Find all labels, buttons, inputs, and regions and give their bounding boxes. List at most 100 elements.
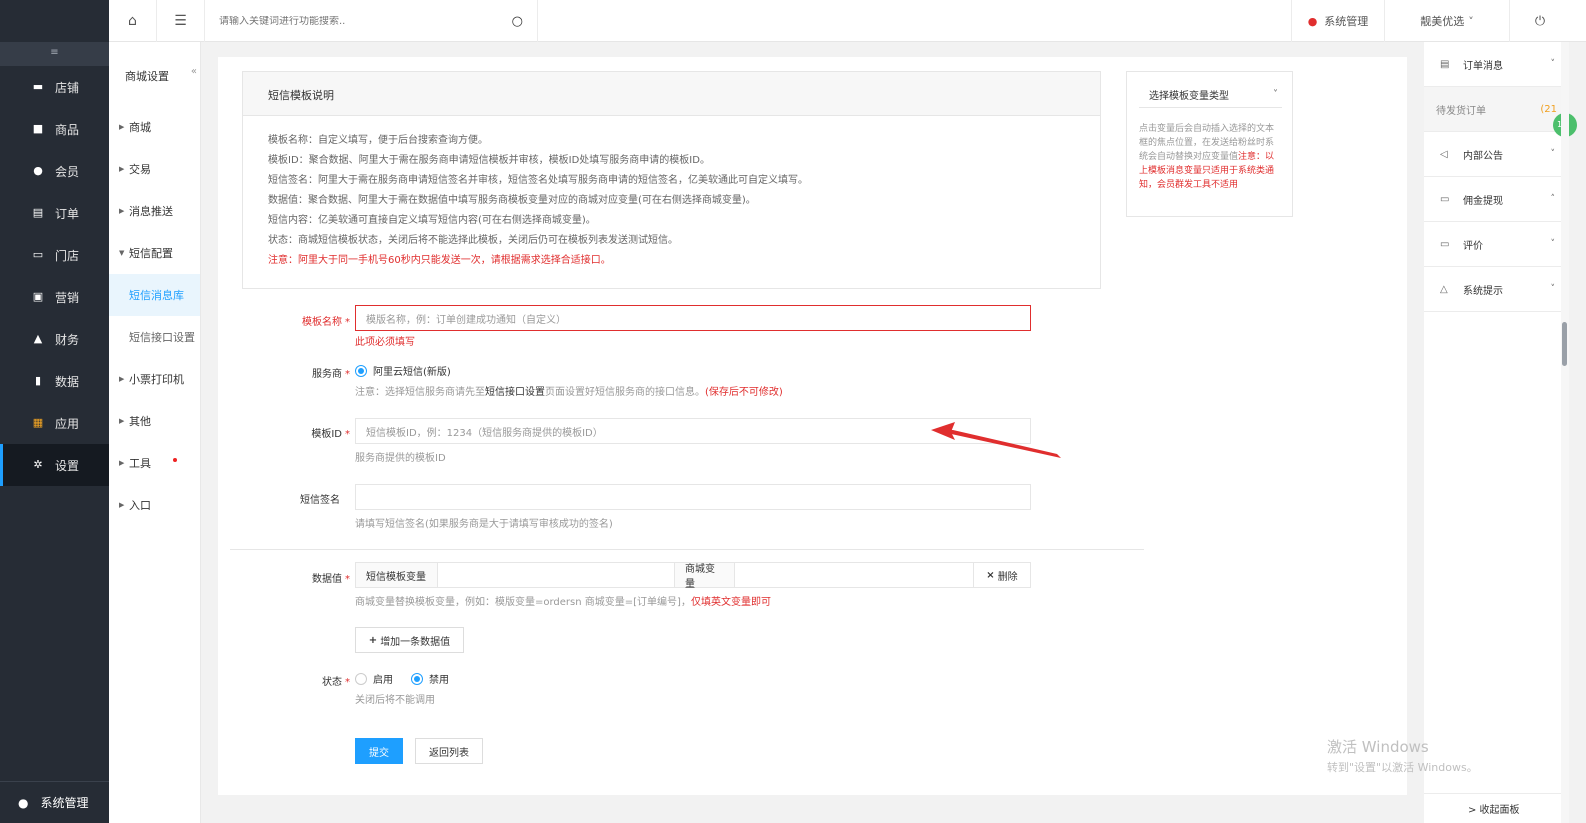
user-red-icon: ● <box>1307 14 1318 28</box>
subnav-item-mall[interactable]: ▶ 商城 <box>109 106 200 148</box>
user-menu[interactable]: 靓美优选 ˅ <box>1385 0 1510 42</box>
add-data-value-button[interactable]: + 增加一条数据值 <box>355 627 464 653</box>
scrollbar-thumb[interactable] <box>1562 322 1567 366</box>
triangle-right-icon: ▶ <box>119 207 125 215</box>
template-instructions: 短信模板说明 模板名称：自定义填写，便于后台搜索查询方便。 模板ID：聚合数据、… <box>242 71 1101 289</box>
variable-panel: 选择模板变量类型 ˅ 点击变量后会自动插入选择的文本框的焦点位置，在发送给粉丝时系… <box>1126 71 1293 217</box>
search-icon[interactable]: ○ <box>512 14 523 29</box>
panel-announcement[interactable]: ◁ 内部公告 ˅ <box>1424 132 1561 177</box>
goods-icon: ■ <box>32 122 44 135</box>
name-input[interactable]: 模版名称，例：订单创建成功通知（自定义） <box>355 305 1031 331</box>
member-icon: ● <box>33 164 43 177</box>
chevron-down-icon: ˅ <box>1550 149 1556 159</box>
sms-api-link[interactable]: 短信接口设置 <box>485 387 545 398</box>
nav-item-member[interactable]: ● 会员 <box>0 150 109 192</box>
instruction-line: 模板ID：聚合数据、阿里大于需在服务商申请短信模板并审核，模板ID处填写服务商申… <box>268 155 710 166</box>
triangle-right-icon: ▶ <box>119 375 125 383</box>
wallet-icon: ▭ <box>1440 193 1450 205</box>
nav-collapse-icon[interactable]: ≡ <box>0 42 109 66</box>
instruction-line: 短信签名：阿里大于需在服务商申请短信签名并审核，短信签名处填写服务商申请的短信签… <box>268 175 808 186</box>
collapse-left-icon[interactable]: « <box>191 66 197 77</box>
subnav-item-sms-config[interactable]: ▼ 短信配置 <box>109 232 200 274</box>
finance-icon: ▲ <box>33 332 43 345</box>
subnav-item-sms-library[interactable]: 短信消息库 <box>109 274 200 316</box>
subnav-item-tools[interactable]: ▶ 工具 <box>109 442 200 484</box>
plus-icon: + <box>368 634 378 646</box>
triangle-right-icon: ▶ <box>119 417 125 425</box>
instructions-title: 短信模板说明 <box>243 72 1100 116</box>
radio-checked-icon <box>355 364 367 377</box>
signature-hint: 请填写短信签名(如果服务商是大于请填写审核成功的签名) <box>355 519 613 530</box>
panel-pending-shipment[interactable]: 待发货订单 (21 <box>1424 87 1561 132</box>
data-value-label: 数据值 * <box>312 574 350 585</box>
triangle-right-icon: ▶ <box>119 165 125 173</box>
subnav-item-sms-api[interactable]: 短信接口设置 <box>109 316 200 358</box>
subnav-item-entry[interactable]: ▶ 入口 <box>109 484 200 526</box>
nav-system-manage[interactable]: ● 系统管理 <box>0 781 109 823</box>
nav-item-marketing[interactable]: ▣ 营销 <box>0 276 109 318</box>
template-var-input[interactable] <box>438 563 675 587</box>
scrollbar[interactable] <box>1561 42 1569 823</box>
nav-item-finance[interactable]: ▲ 财务 <box>0 318 109 360</box>
menu-toggle-button[interactable]: ☰ <box>157 0 205 42</box>
menu-icon: ☰ <box>174 13 187 29</box>
provider-radio[interactable]: 阿里云短信(新版) <box>355 363 451 378</box>
instruction-line: 模板名称：自定义填写，便于后台搜索查询方便。 <box>268 135 488 146</box>
mall-var-label: 商城变量 <box>675 563 735 590</box>
gear-icon: ✲ <box>33 458 43 471</box>
nav-item-store[interactable]: ▭ 门店 <box>0 234 109 276</box>
main-nav: ≡ ▬ 店铺 ■ 商品 ● 会员 ▤ 订单 ▭ 门店 ▣ 营销 ▲ 财务 ▮ 数据 ▦ 应用 ✲ 设… <box>0 0 109 823</box>
windows-activation-watermark: 激活 Windows 转到"设置"以激活 Windows。 <box>1327 738 1478 774</box>
template-var-label: 短信模板变量 <box>356 563 438 587</box>
home-button[interactable]: ⌂ <box>109 0 157 42</box>
subnav-item-other[interactable]: ▶ 其他 <box>109 400 200 442</box>
panel-order-messages[interactable]: ▤ 订单消息 ˅ <box>1424 42 1561 87</box>
subnav-item-push[interactable]: ▶ 消息推送 <box>109 190 200 232</box>
chevron-up-icon: ˄ <box>1550 194 1556 204</box>
submit-button[interactable]: 提交 <box>355 738 403 764</box>
nav-item-order[interactable]: ▤ 订单 <box>0 192 109 234</box>
subnav-item-printer[interactable]: ▶ 小票打印机 <box>109 358 200 400</box>
radio-unchecked-icon <box>355 672 367 685</box>
search-input[interactable] <box>219 15 499 27</box>
nav-item-shop[interactable]: ▬ 店铺 <box>0 66 109 108</box>
variable-type-select[interactable]: 选择模板变量类型 ˅ <box>1139 82 1282 108</box>
status-label: 状态 * <box>322 677 350 688</box>
main-content: 短信模板说明 模板名称：自定义填写，便于后台搜索查询方便。 模板ID：聚合数据、… <box>218 57 1407 795</box>
instruction-line: 数据值：聚合数据、阿里大于需在数据值中填写服务商模板变量对应的商城对应变量(可在… <box>268 195 756 206</box>
speaker-icon: ◁ <box>1440 148 1448 160</box>
comment-icon: ▭ <box>1440 238 1450 250</box>
close-icon: × <box>986 569 995 581</box>
signature-label: 短信签名 <box>300 495 340 506</box>
nav-item-goods[interactable]: ■ 商品 <box>0 108 109 150</box>
status-enable-radio[interactable]: 启用 <box>355 671 393 686</box>
nav-item-settings[interactable]: ✲ 设置 <box>0 444 109 486</box>
data-value-hint: 商城变量替换模板变量，例如：模版变量=ordersn 商城变量=[订单编号]，仅… <box>355 597 771 608</box>
nav-item-data[interactable]: ▮ 数据 <box>0 360 109 402</box>
signature-input[interactable] <box>355 484 1031 510</box>
panel-system-notice[interactable]: △ 系统提示 ˅ <box>1424 267 1561 312</box>
panel-review[interactable]: ▭ 评价 ˅ <box>1424 222 1561 267</box>
instruction-line: 短信内容：亿美软通可直接自定义填写短信内容(可在右侧选择商城变量)。 <box>268 215 596 226</box>
user-icon: ● <box>18 795 29 810</box>
collapse-panel-button[interactable]: > 收起面板 <box>1424 793 1561 823</box>
panel-commission[interactable]: ▭ 佣金提现 ˄ <box>1424 177 1561 222</box>
nav-item-apps[interactable]: ▦ 应用 <box>0 402 109 444</box>
system-manage-button[interactable]: ● 系统管理 <box>1291 0 1385 42</box>
status-disable-radio[interactable]: 禁用 <box>411 671 449 686</box>
template-id-hint: 服务商提供的模板ID <box>355 453 446 464</box>
section-divider <box>230 549 1144 550</box>
back-to-list-button[interactable]: 返回列表 <box>415 738 483 764</box>
subnav-title: 商城设置 « <box>125 66 197 83</box>
triangle-right-icon: ▶ <box>119 123 125 131</box>
power-icon: ⏻ <box>1534 13 1546 29</box>
name-label: 模板名称 * <box>302 317 350 328</box>
chevron-down-icon: ˅ <box>1550 59 1556 69</box>
sub-nav: 商城设置 « ▶ 商城 ▶ 交易 ▶ 消息推送 ▼ 短信配置 短信消息库 短信接口设置 ▶… <box>109 42 201 823</box>
logout-button[interactable]: ⏻ <box>1510 0 1570 42</box>
delete-row-button[interactable]: × 删除 <box>974 563 1030 587</box>
home-icon: ⌂ <box>128 13 137 29</box>
instruction-line: 状态：商城短信模板状态，关闭后将不能选择此模板，关闭后仍可在模板列表发送测试短信… <box>268 235 678 246</box>
subnav-item-trade[interactable]: ▶ 交易 <box>109 148 200 190</box>
mall-var-input[interactable] <box>735 563 974 587</box>
